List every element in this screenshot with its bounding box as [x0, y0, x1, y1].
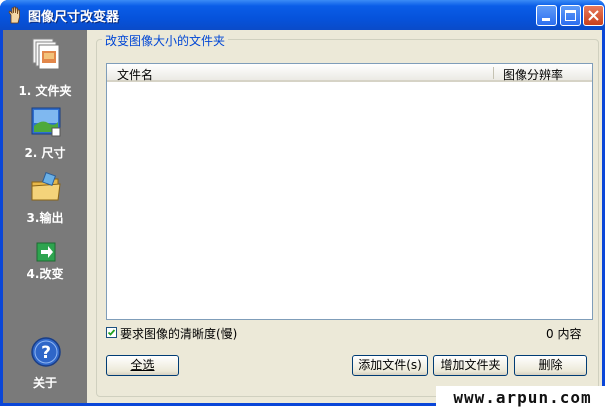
close-button[interactable] [583, 5, 604, 26]
sidebar-item-output[interactable]: 3.输出 [3, 162, 87, 226]
column-header-filename[interactable]: 文件名 [117, 66, 153, 83]
output-folder-icon [31, 172, 61, 201]
maximize-button[interactable] [560, 5, 581, 26]
watermark: www.arpun.com [436, 386, 609, 410]
column-header-resolution[interactable]: 图像分辨率 [503, 66, 563, 83]
hand-app-icon [8, 6, 20, 24]
sidebar-item-label: 4.改变 [26, 267, 64, 281]
folder-stack-icon [32, 38, 60, 70]
add-file-button[interactable]: 添加文件(s) [352, 355, 428, 376]
main-window: 图像尺寸改变器 1. 文件夹 2. 尺寸 3.输出 4.改变 ? 关于 改变图像… [0, 0, 605, 406]
delete-button[interactable]: 删除 [514, 355, 587, 376]
quality-checkbox-label[interactable]: 要求图像的清晰度(慢) [120, 325, 237, 342]
add-folder-label: 增加文件夹 [440, 358, 501, 372]
maximize-icon [565, 10, 576, 21]
sidebar-item-about[interactable]: ? 关于 [3, 330, 87, 396]
item-count: 0 内容 [546, 327, 582, 341]
sidebar-item-label: 1. 文件夹 [18, 84, 72, 98]
sidebar-item-label: 关于 [32, 376, 57, 390]
minimize-button[interactable] [536, 5, 557, 26]
add-folder-button[interactable]: 增加文件夹 [433, 355, 508, 376]
help-icon: ? [31, 337, 61, 367]
green-arrow-icon [36, 242, 56, 262]
select-all-label: 全选 [130, 358, 155, 372]
svg-text:?: ? [41, 343, 51, 363]
checkmark-icon [107, 329, 116, 336]
window-title: 图像尺寸改变器 [28, 10, 120, 25]
add-file-label: 添加文件(s) [358, 358, 422, 372]
sidebar: 1. 文件夹 2. 尺寸 3.输出 4.改变 ? 关于 [3, 30, 87, 403]
client-area: 1. 文件夹 2. 尺寸 3.输出 4.改变 ? 关于 改变图像大小的文件夹 文… [3, 30, 602, 403]
panel-title: 改变图像大小的文件夹 [102, 32, 229, 49]
image-resize-icon [31, 107, 61, 137]
minimize-icon [542, 18, 550, 21]
list-header: 文件名 图像分辨率 [107, 64, 592, 82]
sidebar-item-size[interactable]: 2. 尺寸 [3, 102, 87, 162]
column-separator[interactable] [493, 67, 494, 79]
close-icon [588, 10, 599, 21]
sidebar-item-folder[interactable]: 1. 文件夹 [3, 30, 87, 102]
quality-checkbox[interactable] [106, 327, 117, 338]
sidebar-item-label: 2. 尺寸 [24, 146, 66, 160]
delete-label: 删除 [538, 358, 563, 372]
sidebar-item-change[interactable]: 4.改变 [3, 226, 87, 286]
select-all-button[interactable]: 全选 [106, 355, 179, 376]
file-list[interactable]: 文件名 图像分辨率 [106, 63, 593, 320]
title-bar[interactable]: 图像尺寸改变器 [0, 0, 605, 30]
sidebar-item-label: 3.输出 [26, 211, 64, 225]
